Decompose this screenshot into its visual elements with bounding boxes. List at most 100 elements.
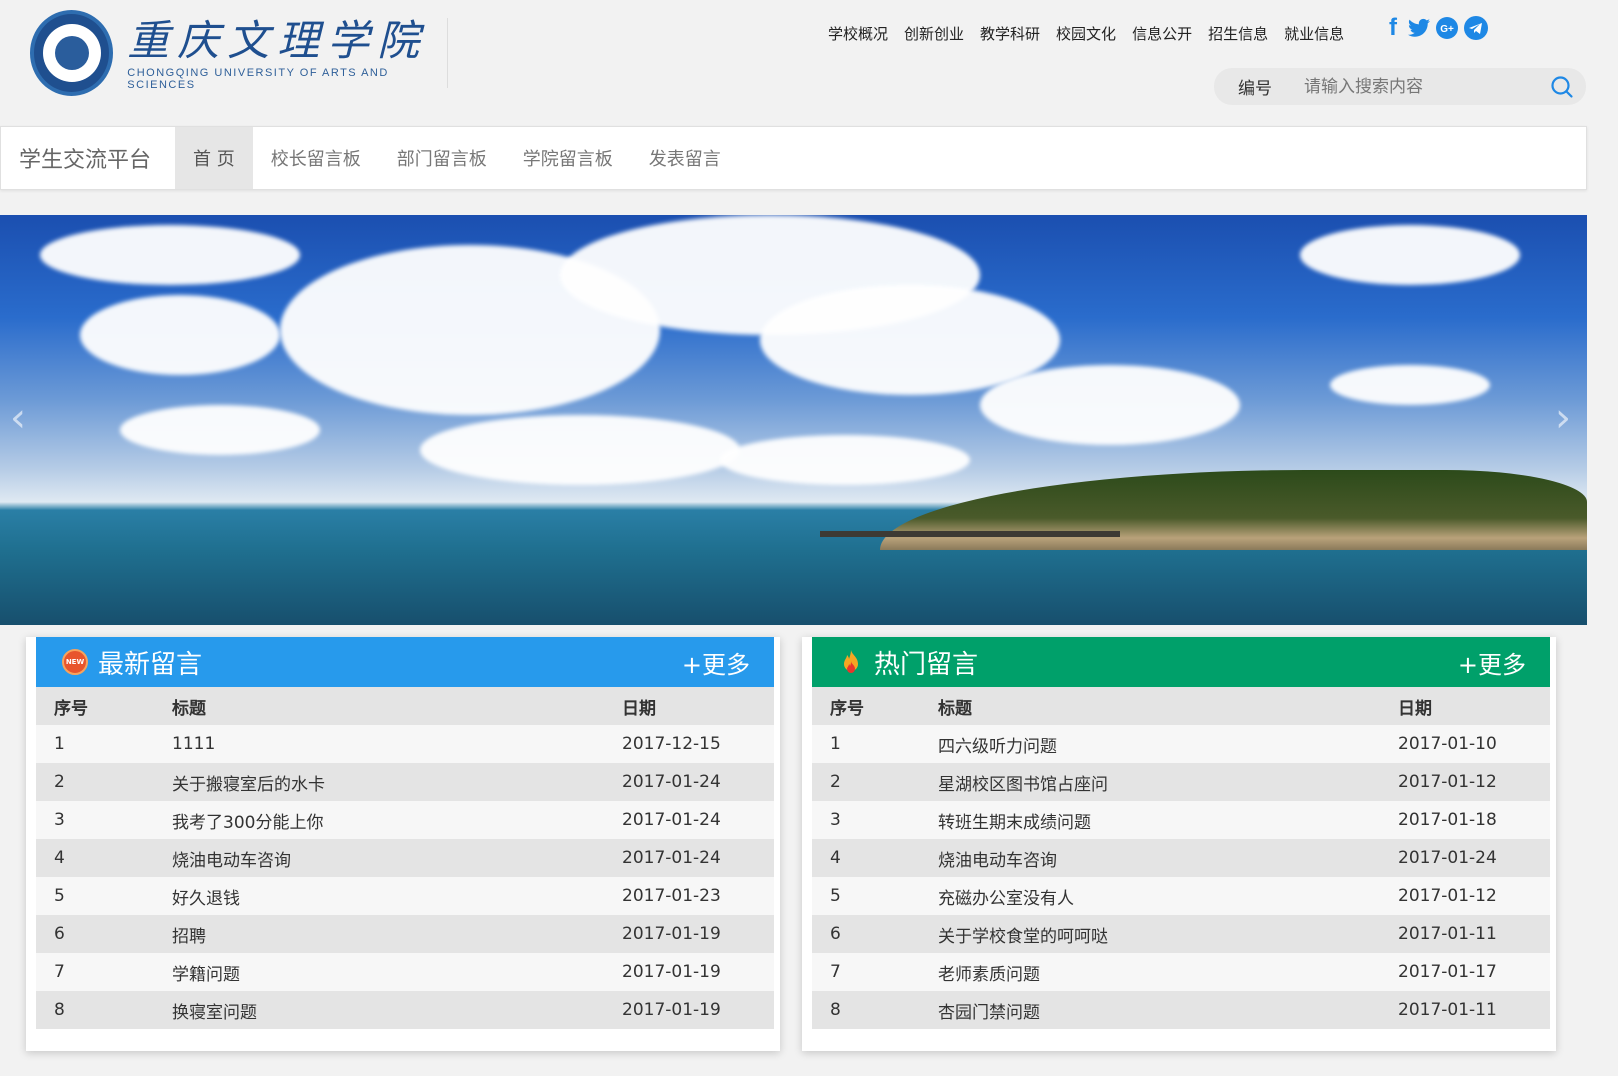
row-title-link[interactable]: 好久退钱 xyxy=(172,877,622,915)
col-header-index: 序号 xyxy=(812,687,938,725)
row-index: 6 xyxy=(812,915,938,953)
hot-messages-card: 热门留言 +更多 序号 标题 日期 1 四六级听力问题 2017-01-10 2 星湖校… xyxy=(802,637,1556,1051)
table-row[interactable]: 8 杏园门禁问题 2017-01-11 xyxy=(812,991,1550,1029)
table-row[interactable]: 1 1111 2017-12-15 xyxy=(36,725,774,763)
row-title-link[interactable]: 充磁办公室没有人 xyxy=(938,877,1398,915)
latest-more-link[interactable]: +更多 xyxy=(682,645,750,680)
top-nav-about[interactable]: 学校概况 xyxy=(820,22,896,46)
svg-text:G+: G+ xyxy=(1440,24,1454,35)
nav-item-college-board[interactable]: 学院留言板 xyxy=(505,127,631,189)
row-index: 1 xyxy=(812,725,938,763)
table-row[interactable]: 3 我考了300分能上你 2017-01-24 xyxy=(36,801,774,839)
social-links: f G+ xyxy=(1384,14,1488,42)
facebook-icon[interactable]: f xyxy=(1384,14,1402,42)
row-title-link[interactable]: 换寝室问题 xyxy=(172,991,622,1029)
row-date: 2017-01-11 xyxy=(1398,991,1550,1029)
nav-item-president-board[interactable]: 校长留言板 xyxy=(253,127,379,189)
col-header-title: 标题 xyxy=(938,687,1398,725)
row-title-link[interactable]: 星湖校区图书馆占座问 xyxy=(938,763,1398,801)
google-plus-icon[interactable]: G+ xyxy=(1436,17,1458,39)
row-title-link[interactable]: 招聘 xyxy=(172,915,622,953)
row-title-link[interactable]: 关于学校食堂的呵呵哒 xyxy=(938,915,1398,953)
top-nav-teaching[interactable]: 教学科研 xyxy=(972,22,1048,46)
row-date: 2017-01-24 xyxy=(622,801,774,839)
table-row[interactable]: 7 学籍问题 2017-01-19 xyxy=(36,953,774,991)
row-title-link[interactable]: 四六级听力问题 xyxy=(938,725,1398,763)
row-title-link[interactable]: 关于搬寝室后的水卡 xyxy=(172,763,622,801)
college-name-en: CHONGQING UNIVERSITY OF ARTS AND SCIENCE… xyxy=(127,67,389,91)
table-row[interactable]: 4 烧油电动车咨询 2017-01-24 xyxy=(36,839,774,877)
nav-item-post-message[interactable]: 发表留言 xyxy=(631,127,739,189)
table-row[interactable]: 6 招聘 2017-01-19 xyxy=(36,915,774,953)
table-row[interactable]: 5 充磁办公室没有人 2017-01-12 xyxy=(812,877,1550,915)
row-date: 2017-12-15 xyxy=(622,725,774,763)
nav-item-department-board[interactable]: 部门留言板 xyxy=(379,127,505,189)
logo-divider xyxy=(447,18,448,88)
latest-messages-table: 序号 标题 日期 1 1111 2017-12-15 2 关于搬寝室后的水卡 2017-0… xyxy=(36,687,774,1029)
college-logo[interactable]: 重庆文理学院 CHONGQING UNIVERSITY OF ARTS AND … xyxy=(30,10,450,96)
row-title-link[interactable]: 老师素质问题 xyxy=(938,953,1398,991)
row-date: 2017-01-24 xyxy=(622,763,774,801)
table-row[interactable]: 5 好久退钱 2017-01-23 xyxy=(36,877,774,915)
row-date: 2017-01-24 xyxy=(622,839,774,877)
table-row[interactable]: 2 关于搬寝室后的水卡 2017-01-24 xyxy=(36,763,774,801)
platform-brand[interactable]: 学生交流平台 xyxy=(1,127,175,189)
table-row[interactable]: 6 关于学校食堂的呵呵哒 2017-01-11 xyxy=(812,915,1550,953)
table-row[interactable]: 4 烧油电动车咨询 2017-01-24 xyxy=(812,839,1550,877)
row-title-link[interactable]: 杏园门禁问题 xyxy=(938,991,1398,1029)
row-date: 2017-01-18 xyxy=(1398,801,1550,839)
nav-item-home[interactable]: 首 页 xyxy=(175,127,253,189)
row-index: 8 xyxy=(36,991,172,1029)
row-date: 2017-01-12 xyxy=(1398,763,1550,801)
row-title-link[interactable]: 1111 xyxy=(172,725,622,763)
banner-next-arrow[interactable]: › xyxy=(1555,395,1571,441)
row-index: 7 xyxy=(36,953,172,991)
row-title-link[interactable]: 烧油电动车咨询 xyxy=(172,839,622,877)
top-nav: 学校概况 创新创业 教学科研 校园文化 信息公开 招生信息 就业信息 xyxy=(820,22,1352,46)
row-index: 8 xyxy=(812,991,938,1029)
row-index: 4 xyxy=(36,839,172,877)
row-title-link[interactable]: 我考了300分能上你 xyxy=(172,801,622,839)
row-title-link[interactable]: 学籍问题 xyxy=(172,953,622,991)
row-index: 4 xyxy=(812,839,938,877)
table-row[interactable]: 2 星湖校区图书馆占座问 2017-01-12 xyxy=(812,763,1550,801)
fire-icon xyxy=(838,649,864,675)
table-row[interactable]: 7 老师素质问题 2017-01-17 xyxy=(812,953,1550,991)
col-header-title: 标题 xyxy=(172,687,622,725)
top-nav-info-public[interactable]: 信息公开 xyxy=(1124,22,1200,46)
main-navbar: 学生交流平台 首 页 校长留言板 部门留言板 学院留言板 发表留言 xyxy=(0,126,1587,190)
row-index: 2 xyxy=(812,763,938,801)
banner-prev-arrow[interactable]: ‹ xyxy=(10,395,26,441)
island-image xyxy=(880,470,1587,550)
top-nav-innovation[interactable]: 创新创业 xyxy=(896,22,972,46)
row-index: 5 xyxy=(36,877,172,915)
twitter-icon[interactable] xyxy=(1408,18,1430,38)
new-badge-icon: NEW xyxy=(62,649,88,675)
row-title-link[interactable]: 烧油电动车咨询 xyxy=(938,839,1398,877)
row-date: 2017-01-10 xyxy=(1398,725,1550,763)
latest-messages-card: NEW 最新留言 +更多 序号 标题 日期 1 1111 2017-12-15 2 关于… xyxy=(26,637,780,1051)
table-row[interactable]: 8 换寝室问题 2017-01-19 xyxy=(36,991,774,1029)
row-title-link[interactable]: 转班生期末成绩问题 xyxy=(938,801,1398,839)
table-row[interactable]: 3 转班生期末成绩问题 2017-01-18 xyxy=(812,801,1550,839)
row-date: 2017-01-17 xyxy=(1398,953,1550,991)
row-date: 2017-01-23 xyxy=(622,877,774,915)
college-seal-icon xyxy=(30,10,114,96)
top-nav-employment[interactable]: 就业信息 xyxy=(1276,22,1352,46)
row-index: 3 xyxy=(36,801,172,839)
hot-more-link[interactable]: +更多 xyxy=(1458,645,1526,680)
table-row[interactable]: 1 四六级听力问题 2017-01-10 xyxy=(812,725,1550,763)
search-type-select[interactable]: 编号 xyxy=(1214,74,1304,99)
top-nav-campus-culture[interactable]: 校园文化 xyxy=(1048,22,1124,46)
college-name-cn: 重庆文理学院 xyxy=(127,16,428,65)
search-bar: 编号 xyxy=(1214,68,1586,105)
search-icon[interactable] xyxy=(1550,75,1574,99)
hero-banner: ‹ › xyxy=(0,215,1587,625)
telegram-icon[interactable] xyxy=(1464,16,1488,40)
col-header-index: 序号 xyxy=(36,687,172,725)
row-date: 2017-01-24 xyxy=(1398,839,1550,877)
latest-messages-header: NEW 最新留言 +更多 xyxy=(36,637,774,687)
top-nav-admissions[interactable]: 招生信息 xyxy=(1200,22,1276,46)
row-date: 2017-01-19 xyxy=(622,953,774,991)
search-input[interactable] xyxy=(1304,76,1534,97)
